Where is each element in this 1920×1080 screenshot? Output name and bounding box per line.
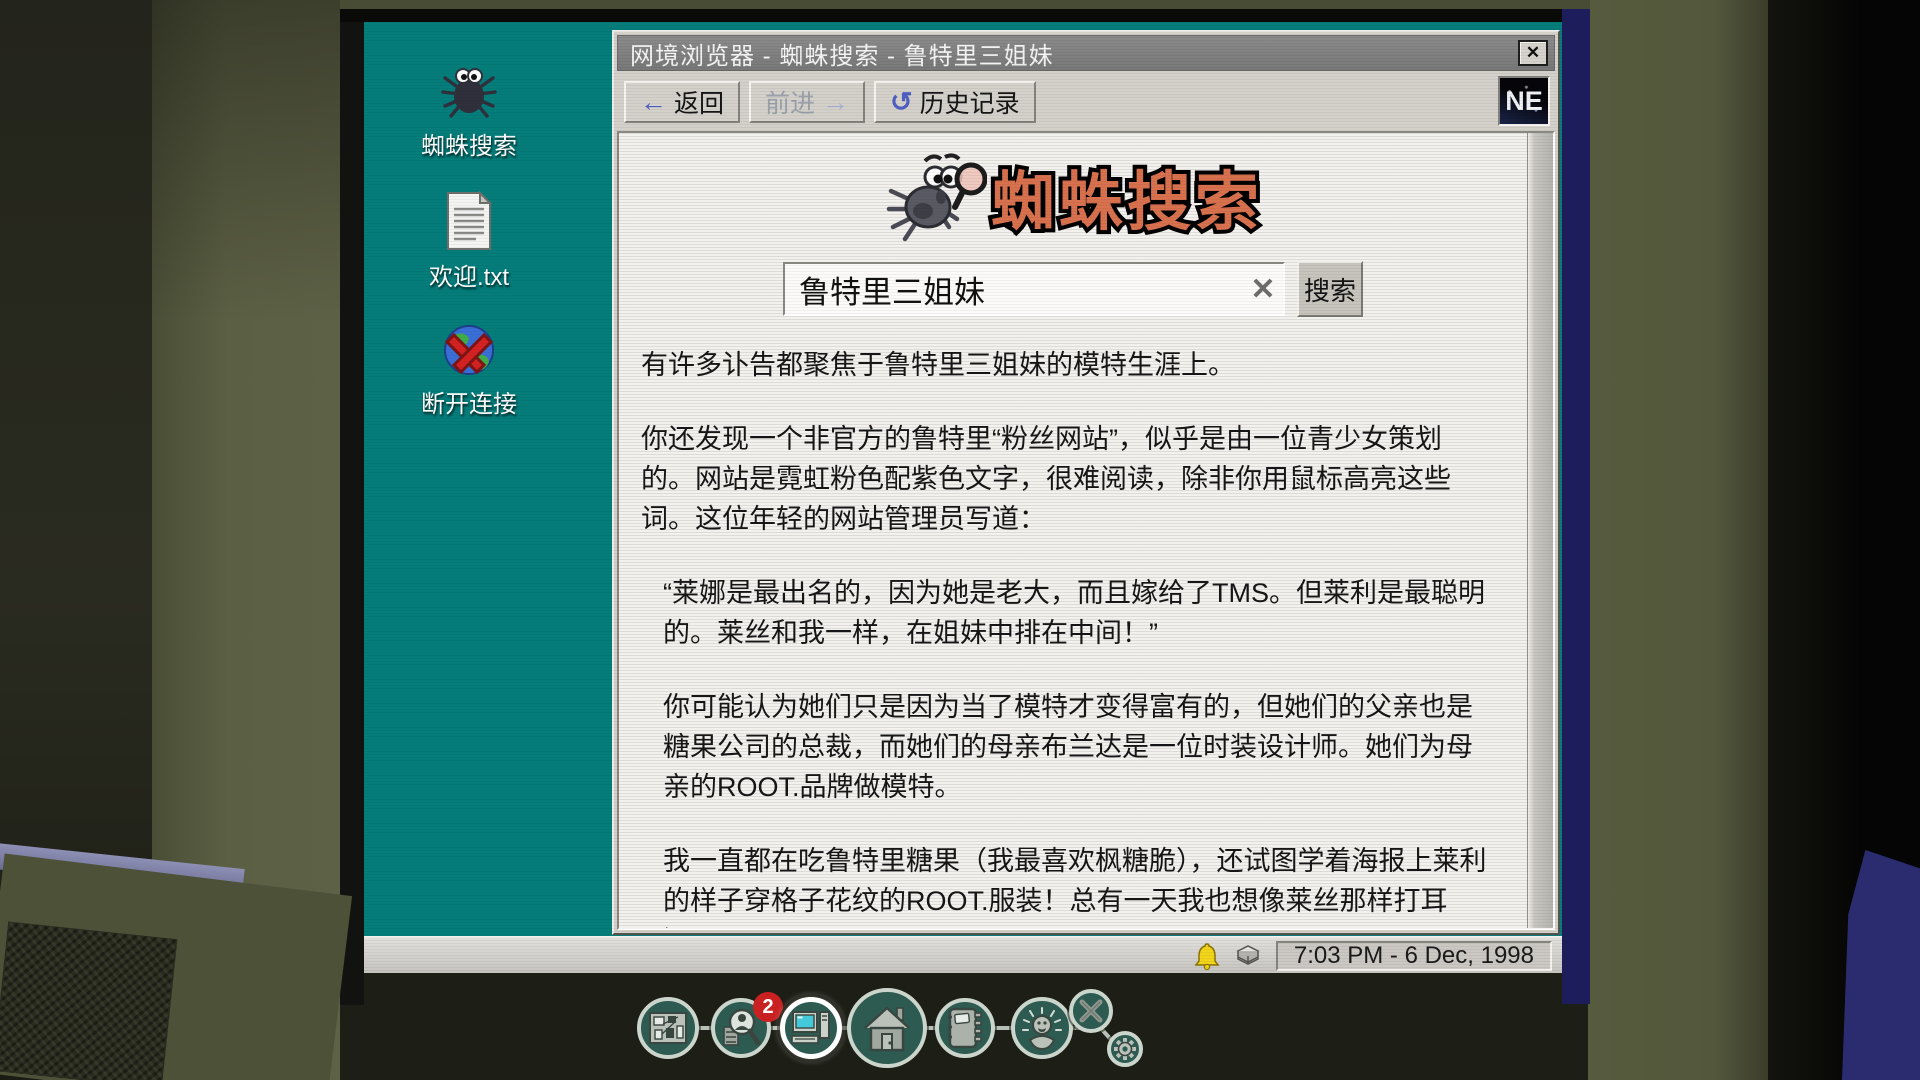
crt-screen: 蜘蛛搜索 欢迎.txt: [364, 22, 1562, 973]
gear-icon: [1113, 1037, 1137, 1061]
browser-window: 网境浏览器 - 蜘蛛搜索 - 鲁特里三姐妹 ✕ ← 返回 前进 → ↺ 历史记录…: [612, 30, 1560, 935]
vertical-scrollbar[interactable]: [1527, 133, 1553, 928]
back-button-label: 返回: [674, 84, 724, 120]
os-taskbar: 7:03 PM - 6 Dec, 1998: [364, 936, 1562, 973]
history-icon: ↺: [890, 87, 913, 118]
history-button-label: 历史记录: [920, 84, 1020, 120]
monitor-screen-shadow: [340, 0, 364, 1005]
desktop-icon-label: 蜘蛛搜索: [421, 126, 517, 161]
dock-home-button[interactable]: [847, 988, 927, 1068]
desktop-icon-spider-search[interactable]: 蜘蛛搜索: [414, 62, 524, 161]
text-file-icon: [444, 191, 494, 251]
monitor-bezel-top-outer: [340, 0, 1590, 9]
forward-arrow-icon: →: [822, 87, 849, 118]
paragraph: 你还发现一个非官方的鲁特里“粉丝网站”，似乎是由一位青少女策划的。网站是霓虹粉色…: [641, 419, 1491, 539]
search-button[interactable]: 搜索: [1297, 261, 1363, 317]
back-button[interactable]: ← 返回: [624, 81, 740, 123]
dock-hint-duck-button[interactable]: [1011, 997, 1073, 1059]
desktop-icon-label: 断开连接: [421, 384, 517, 419]
forward-button[interactable]: 前进 →: [749, 81, 865, 123]
home-icon: [861, 1002, 913, 1054]
desktop-icon-label: 欢迎.txt: [429, 257, 509, 292]
logo-title-text: 蜘蛛搜索: [991, 151, 1263, 243]
paragraph: 有许多讣告都聚焦于鲁特里三姐妹的模特生涯上。: [641, 345, 1491, 385]
dock-settings-button[interactable]: [1107, 1031, 1143, 1067]
forward-button-label: 前进: [765, 84, 815, 120]
taskbar-clock[interactable]: 7:03 PM - 6 Dec, 1998: [1276, 941, 1552, 971]
computer-icon: [791, 1010, 831, 1046]
dock-disabled-tool-button[interactable]: [1069, 989, 1113, 1033]
fan-site-quote: 你可能认为她们只是因为当了模特才变得富有的，但她们的父亲也是糖果公司的总裁，而她…: [663, 687, 1491, 807]
dock-research-button[interactable]: 2: [711, 998, 771, 1058]
clear-search-icon[interactable]: ✕: [1243, 272, 1283, 307]
window-title: 网境浏览器 - 蜘蛛搜索 - 鲁特里三姐妹: [630, 36, 1518, 71]
browser-toolbar: ← 返回 前进 → ↺ 历史记录 NE: [614, 74, 1558, 130]
search-input[interactable]: [785, 271, 1243, 307]
window-titlebar[interactable]: 网境浏览器 - 蜘蛛搜索 - 鲁特里三姐妹 ✕: [617, 35, 1555, 71]
spider-mascot-icon: [883, 149, 987, 245]
game-room-scene: 蜘蛛搜索 欢迎.txt: [0, 0, 1920, 1080]
spider-icon: [437, 62, 501, 120]
ne-throbber-logo: NE: [1498, 76, 1550, 126]
spider-search-logo: 蜘蛛搜索: [619, 145, 1527, 249]
desktop-icon-welcome-txt[interactable]: 欢迎.txt: [414, 191, 524, 292]
printer-icon[interactable]: [1232, 943, 1264, 969]
search-box: ✕: [783, 262, 1285, 316]
browser-page: 蜘蛛搜索 ✕ 搜索 有许多讣告都聚焦于鲁特里三姐妹的模特生涯上。 你还发现一个非…: [617, 131, 1555, 930]
monitor-bezel-right: [1562, 9, 1590, 1004]
evidence-board-icon: [649, 1012, 687, 1044]
search-row: ✕ 搜索: [619, 261, 1527, 317]
fan-site-quote: “莱娜是最出名的，因为她是老大，而且嫁给了TMS。但莱利是最聪明的。莱丝和我一样…: [663, 573, 1491, 653]
monitor-right-side: [1588, 0, 1770, 1080]
fan-site-quote: 我一直都在吃鲁特里糖果（我最喜欢枫糖脆），还试图学着海报上莱利的样子穿格子花纹的…: [663, 841, 1491, 930]
crossed-out-icon: [1077, 997, 1105, 1025]
globe-disconnect-icon: [441, 322, 497, 378]
page-body: 蜘蛛搜索 ✕ 搜索 有许多讣告都聚焦于鲁特里三姐妹的模特生涯上。 你还发现一个非…: [619, 133, 1527, 928]
monitor-bezel-top: [340, 9, 1590, 22]
search-results-text: 有许多讣告都聚焦于鲁特里三姐妹的模特生涯上。 你还发现一个非官方的鲁特里“粉丝网…: [641, 345, 1491, 930]
dock-computer-button[interactable]: [780, 997, 842, 1059]
notification-bell-icon[interactable]: [1194, 942, 1220, 970]
window-close-button[interactable]: ✕: [1518, 40, 1548, 66]
dock-evidence-board-button[interactable]: [637, 997, 699, 1059]
back-arrow-icon: ←: [640, 87, 667, 118]
dock-notebook-button[interactable]: [935, 998, 995, 1058]
notification-badge: 2: [753, 992, 783, 1022]
history-button[interactable]: ↺ 历史记录: [874, 81, 1036, 123]
duck-idea-icon: [1020, 1006, 1064, 1050]
chair-left-weave-texture: [0, 922, 177, 1080]
desktop-icon-column: 蜘蛛搜索 欢迎.txt: [414, 62, 524, 419]
desktop-icon-disconnect[interactable]: 断开连接: [414, 322, 524, 419]
notebook-icon: [947, 1007, 983, 1049]
